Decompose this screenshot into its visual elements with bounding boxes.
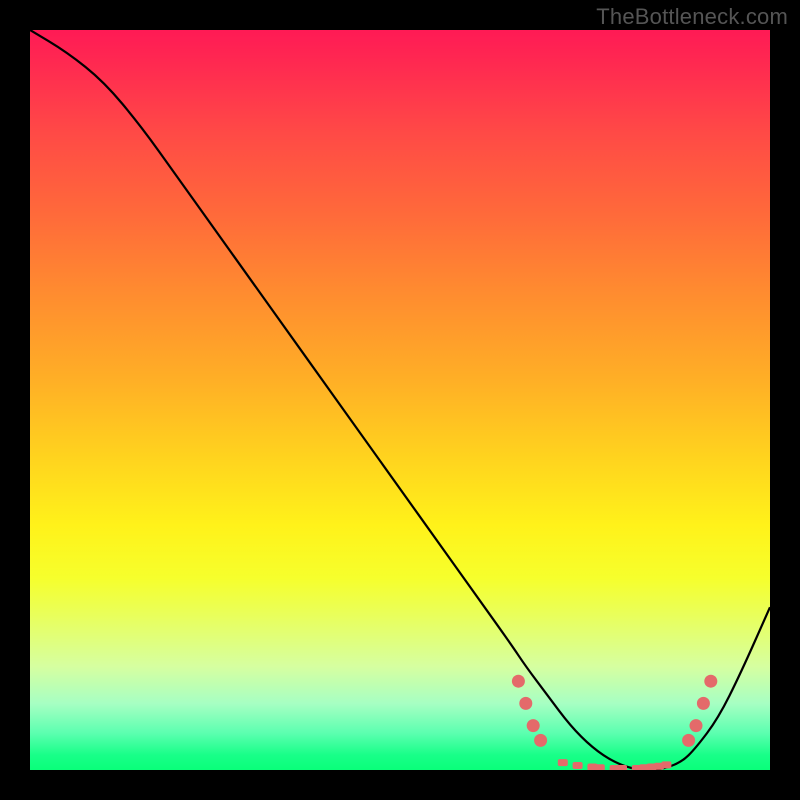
- marker-dot: [690, 719, 703, 732]
- marker-dash: [595, 764, 605, 770]
- marker-dot: [512, 675, 525, 688]
- marker-dot: [519, 697, 532, 710]
- chart-svg: [30, 30, 770, 770]
- marker-dash: [617, 765, 627, 770]
- chart-frame: TheBottleneck.com: [0, 0, 800, 800]
- bottleneck-curve: [30, 30, 770, 770]
- watermark-text: TheBottleneck.com: [596, 4, 788, 30]
- marker-dot: [704, 675, 717, 688]
- marker-dot: [697, 697, 710, 710]
- marker-dot: [682, 734, 695, 747]
- marker-dash: [573, 762, 583, 769]
- marker-dot: [534, 734, 547, 747]
- plot-area: [30, 30, 770, 770]
- marker-dash: [661, 761, 671, 768]
- marker-dash: [558, 759, 568, 766]
- marker-dot: [527, 719, 540, 732]
